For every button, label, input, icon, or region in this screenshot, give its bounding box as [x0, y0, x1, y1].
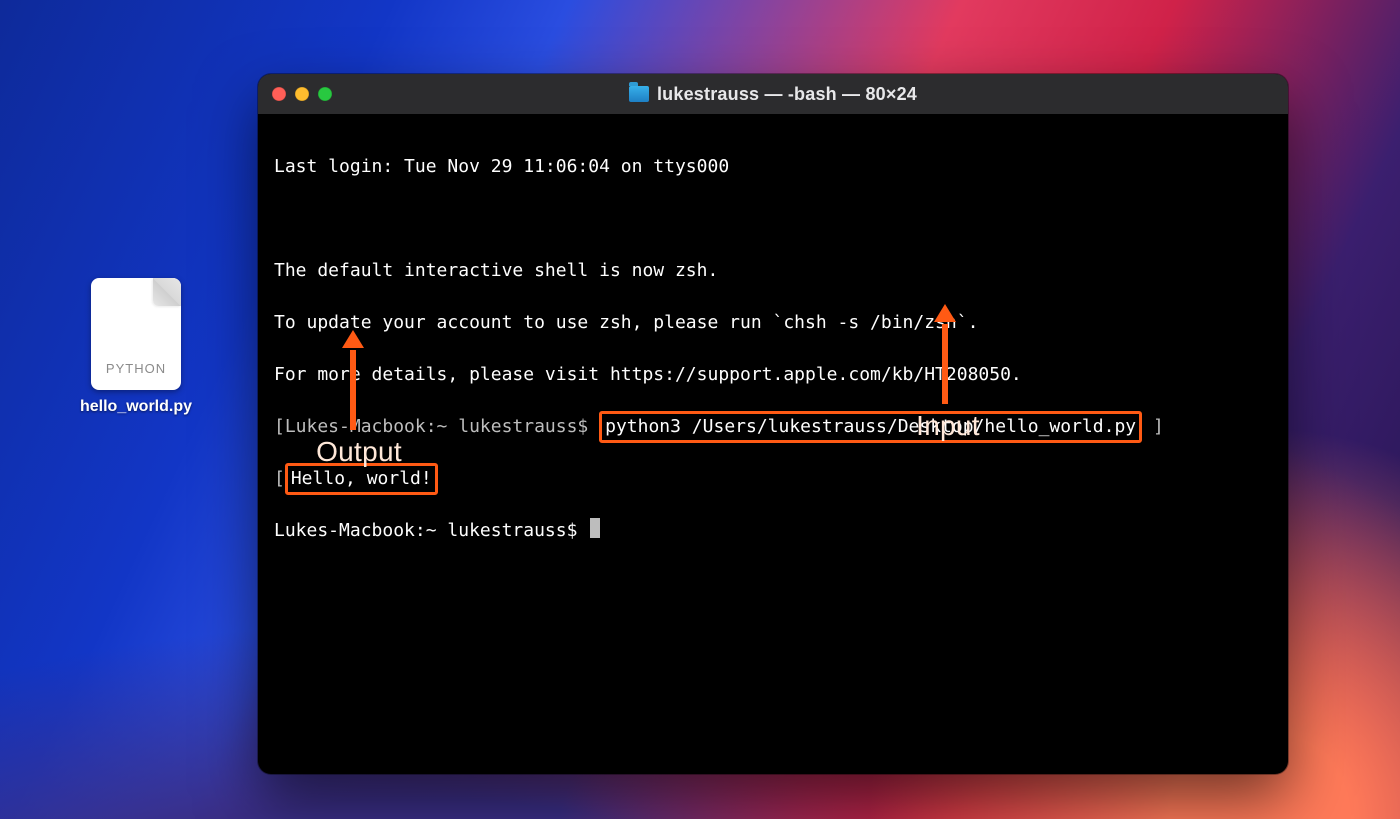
arrow-icon: [350, 350, 356, 430]
terminal-line: To update your account to use zsh, pleas…: [274, 310, 1272, 336]
prompt-open-bracket: [Lukes-Macbook:~ lukestrauss$: [274, 416, 599, 437]
terminal-line: [274, 206, 1272, 232]
annotation-input: Input: [898, 410, 998, 442]
terminal-line: [Hello, world!: [274, 466, 1272, 492]
minimize-icon[interactable]: [295, 87, 309, 101]
window-title: lukestrauss — -bash — 80×24: [657, 84, 917, 105]
folder-icon: [629, 86, 649, 102]
file-label: hello_world.py: [76, 398, 196, 416]
prompt-open-bracket: [: [274, 468, 285, 489]
close-icon[interactable]: [272, 87, 286, 101]
file-type-badge: PYTHON: [91, 361, 181, 376]
cursor-block: [590, 518, 600, 538]
prompt-close-bracket: ]: [1142, 416, 1164, 437]
annotation-output: Output: [304, 436, 414, 468]
prompt-text: Lukes-Macbook:~ lukestrauss$: [274, 520, 588, 541]
zoom-icon[interactable]: [318, 87, 332, 101]
input-highlight: python3 /Users/lukestrauss/Desktop/hello…: [599, 411, 1142, 443]
terminal-window[interactable]: lukestrauss — -bash — 80×24 Last login: …: [258, 74, 1288, 774]
arrow-icon: [942, 324, 948, 404]
terminal-line: [Lukes-Macbook:~ lukestrauss$ python3 /U…: [274, 414, 1272, 440]
window-titlebar[interactable]: lukestrauss — -bash — 80×24: [258, 74, 1288, 114]
terminal-line: For more details, please visit https://s…: [274, 362, 1272, 388]
terminal-line: Lukes-Macbook:~ lukestrauss$: [274, 518, 1272, 544]
terminal-line: The default interactive shell is now zsh…: [274, 258, 1272, 284]
terminal-body[interactable]: Last login: Tue Nov 29 11:06:04 on ttys0…: [258, 114, 1288, 610]
desktop-file-hello-world[interactable]: PYTHON hello_world.py: [76, 278, 196, 416]
terminal-line: Last login: Tue Nov 29 11:06:04 on ttys0…: [274, 154, 1272, 180]
file-icon: PYTHON: [91, 278, 181, 390]
window-controls: [258, 87, 332, 101]
